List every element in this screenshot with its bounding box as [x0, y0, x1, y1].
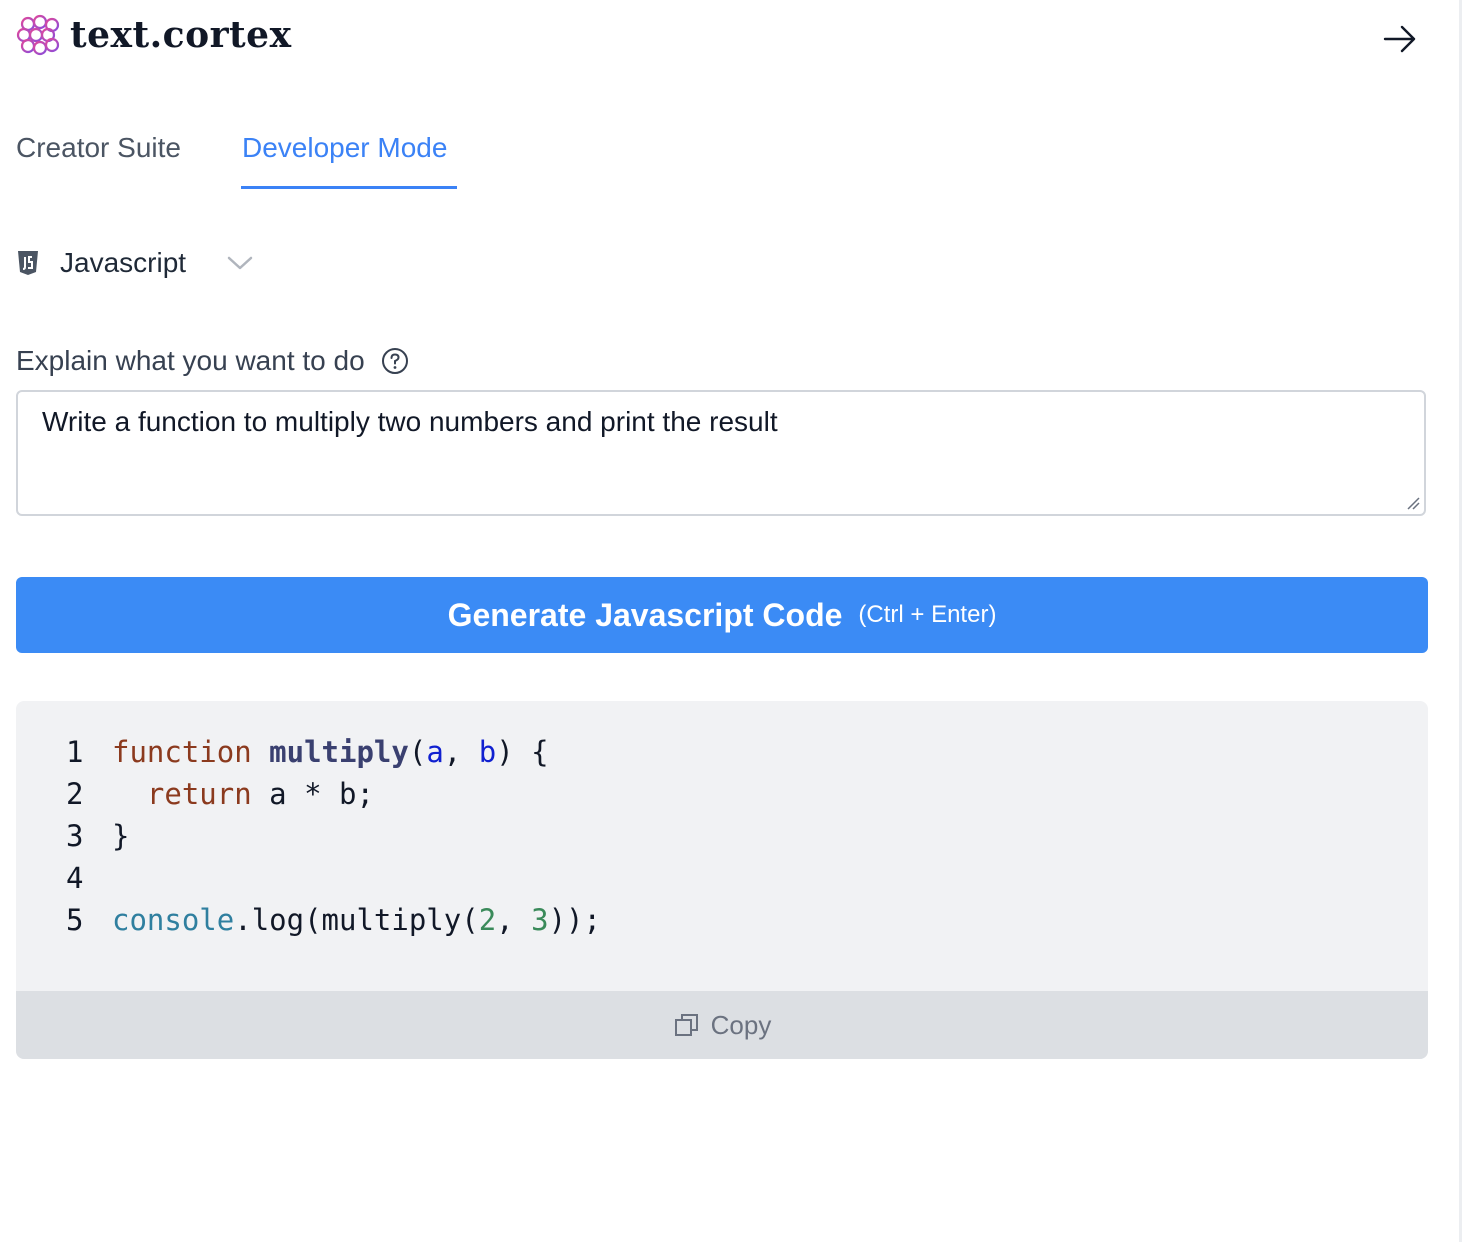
language-select[interactable]: Javascript [16, 240, 276, 286]
prompt-textarea[interactable]: Write a function to multiply two numbers… [16, 390, 1426, 516]
line-number: 1 [66, 735, 84, 769]
chevron-down-icon [227, 256, 253, 270]
help-icon[interactable] [381, 347, 409, 375]
brand-name: text.cortex [70, 14, 292, 56]
code-output-panel: 1 function multiply(a, b) {2 return a * b… [16, 701, 1428, 1059]
language-select-value: Javascript [60, 247, 187, 278]
copy-button-label: Copy [710, 1009, 772, 1040]
prompt-label-row: Explain what you want to do [16, 345, 409, 377]
code-block: 1 function multiply(a, b) {2 return a * b… [66, 731, 601, 941]
arrow-right-icon [1383, 25, 1416, 53]
prompt-label: Explain what you want to do [16, 345, 365, 376]
line-number: 5 [66, 903, 84, 937]
generate-code-button[interactable]: Generate Javascript Code (Ctrl + Enter) [16, 577, 1428, 653]
active-tab-indicator [241, 186, 457, 189]
brain-icon [16, 14, 60, 56]
generate-button-shortcut: (Ctrl + Enter) [858, 601, 997, 628]
code-line: 4 [66, 857, 601, 899]
collapse-arrow-button[interactable] [1382, 22, 1418, 56]
code-line: 3} [66, 815, 601, 857]
javascript-shield-icon [18, 251, 38, 275]
resize-handle-icon[interactable] [1406, 496, 1420, 510]
mode-tabs: Creator Suite Developer Mode [16, 120, 616, 190]
code-line: 5 console.log(multiply(2, 3)); [66, 899, 601, 941]
line-number: 3 [66, 819, 84, 853]
brand-logo: text.cortex [16, 14, 292, 56]
tab-creator-suite[interactable]: Creator Suite [16, 132, 181, 164]
copy-icon [674, 1014, 698, 1036]
code-line: 2 return a * b; [66, 773, 601, 815]
prompt-textarea-value: Write a function to multiply two numbers… [42, 406, 778, 437]
copy-button[interactable]: Copy [16, 991, 1428, 1059]
generate-button-label: Generate Javascript Code [447, 596, 843, 633]
tab-developer-mode[interactable]: Developer Mode [242, 132, 447, 164]
code-line: 1 function multiply(a, b) { [66, 731, 601, 773]
line-number: 2 [66, 777, 84, 811]
line-number: 4 [66, 861, 84, 895]
